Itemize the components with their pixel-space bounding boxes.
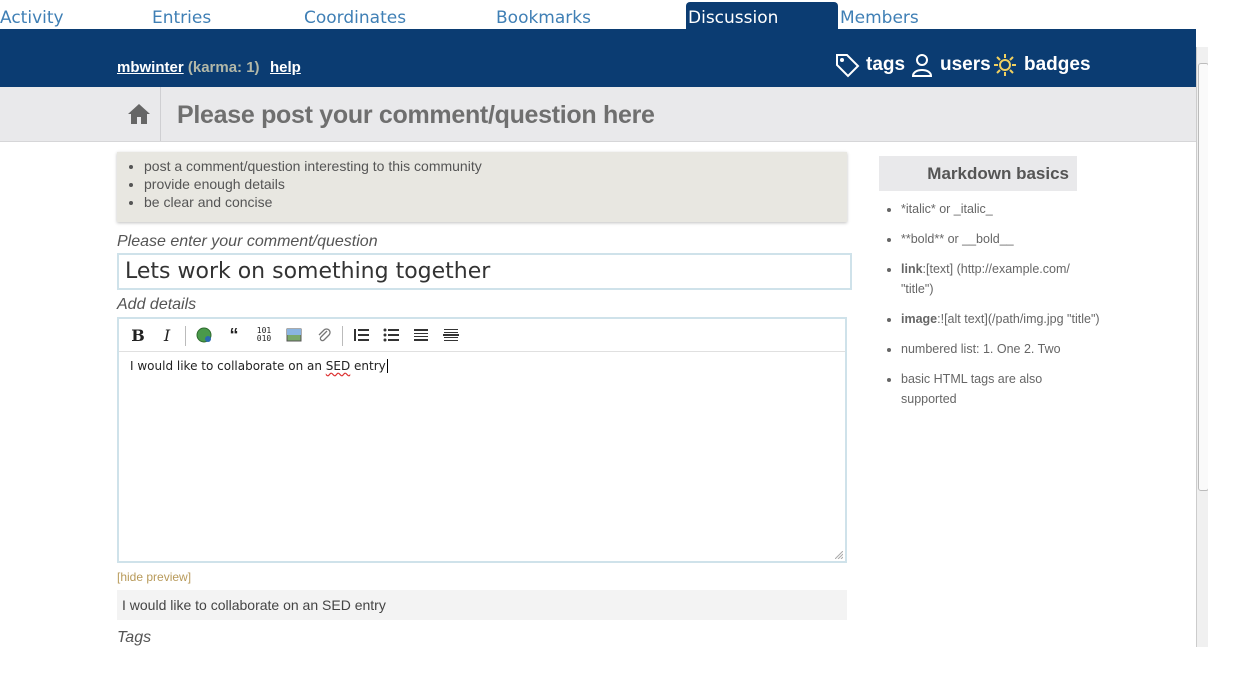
- text-cursor: [386, 359, 388, 373]
- tag-icon: [836, 54, 860, 78]
- tab-entries[interactable]: Entries: [152, 2, 211, 30]
- markdown-editor[interactable]: B I “ 101 010 I would like to collaborat…: [117, 317, 847, 563]
- page-title: Please post your comment/question here: [177, 101, 655, 129]
- paperclip-icon: [318, 328, 331, 342]
- nav-users[interactable]: users: [910, 51, 991, 79]
- heading-icon: [414, 329, 428, 341]
- quote-button[interactable]: “: [223, 324, 245, 346]
- editor-text[interactable]: I would like to collaborate on an SED en…: [130, 359, 388, 373]
- user-icon: [911, 54, 933, 77]
- badge-icon: [994, 54, 1016, 76]
- editor-toolbar: B I “ 101 010: [119, 319, 845, 352]
- nav-badges-label: badges: [1024, 54, 1091, 75]
- hide-preview-link[interactable]: [hide preview]: [117, 570, 191, 584]
- horizontal-rule-icon: [443, 329, 459, 341]
- home-icon: [127, 104, 150, 124]
- top-tab-bar: Activity Entries Coordinates Bookmarks D…: [0, 0, 1240, 30]
- md-italic: *italic* or _italic_: [901, 199, 1101, 219]
- toolbar-divider: [185, 326, 186, 346]
- nav-tags-label: tags: [866, 54, 906, 75]
- nav-tags[interactable]: tags: [834, 51, 905, 79]
- code-icon: 101 010: [256, 326, 272, 343]
- markdown-basics-title: Markdown basics: [879, 156, 1077, 191]
- title-label: Please enter your comment/question: [117, 233, 378, 250]
- md-html: basic HTML tags are also supported: [901, 369, 1101, 409]
- md-image-label: image: [901, 312, 938, 326]
- heading-button[interactable]: [410, 324, 432, 346]
- karma-label: (karma: 1): [187, 59, 260, 76]
- md-image: image:![alt text](/path/img.jpg "title"): [901, 309, 1101, 329]
- tab-bookmarks[interactable]: Bookmarks: [496, 2, 591, 30]
- bold-button[interactable]: B: [127, 324, 149, 346]
- username-link[interactable]: mbwinter: [117, 59, 184, 76]
- tip-item: post a comment/question interesting to t…: [144, 157, 847, 175]
- editor-text-part: entry: [350, 359, 386, 373]
- tip-item: be clear and concise: [144, 193, 847, 211]
- globe-link-icon: [196, 327, 212, 343]
- link-button[interactable]: [193, 324, 215, 346]
- image-icon: [286, 328, 302, 342]
- tab-activity[interactable]: Activity: [0, 2, 64, 30]
- tab-coordinates[interactable]: Coordinates: [304, 2, 406, 30]
- vertical-scrollbar[interactable]: [1196, 47, 1208, 647]
- md-link-text: :[text] (http://example.com/ "title"): [901, 262, 1070, 296]
- tags-label: Tags: [117, 629, 152, 646]
- italic-icon: I: [163, 325, 171, 345]
- tab-discussion[interactable]: Discussion: [686, 2, 838, 30]
- details-label: Add details: [117, 296, 197, 313]
- title-input[interactable]: [117, 253, 852, 290]
- site-header: mbwinter (karma: 1) help tags users badg…: [0, 29, 1196, 87]
- tips-box: post a comment/question interesting to t…: [117, 152, 847, 222]
- user-info: mbwinter (karma: 1): [117, 59, 260, 76]
- md-image-text: :![alt text](/path/img.jpg "title"): [937, 312, 1100, 326]
- editor-text-part: I would like to collaborate on an: [130, 359, 326, 373]
- image-button[interactable]: [283, 324, 305, 346]
- md-link-label: link: [901, 262, 923, 276]
- md-numbered: numbered list: 1. One 2. Two: [901, 339, 1101, 359]
- numbered-list-button[interactable]: [350, 324, 372, 346]
- embedded-frame: mbwinter (karma: 1) help tags users badg…: [0, 29, 1208, 659]
- preview-pane: I would like to collaborate on an SED en…: [117, 590, 847, 620]
- italic-button[interactable]: I: [156, 324, 178, 346]
- attachment-button[interactable]: [313, 324, 335, 346]
- help-link[interactable]: help: [270, 59, 301, 76]
- markdown-help-list: *italic* or _italic_ **bold** or __bold_…: [879, 199, 1101, 419]
- nav-users-label: users: [940, 54, 991, 75]
- bullet-list-icon: [383, 328, 399, 342]
- scrollbar-thumb[interactable]: [1198, 63, 1208, 491]
- bold-icon: B: [131, 325, 145, 345]
- toolbar-divider: [342, 326, 343, 346]
- home-button[interactable]: [117, 87, 161, 141]
- code-button[interactable]: 101 010: [253, 324, 275, 346]
- quote-icon: “: [229, 324, 239, 345]
- md-bold: **bold** or __bold__: [901, 229, 1101, 249]
- nav-badges[interactable]: badges: [992, 51, 1091, 79]
- tip-item: provide enough details: [144, 175, 847, 193]
- misspelled-word: SED: [325, 359, 351, 373]
- resize-grip-icon[interactable]: [835, 551, 843, 559]
- title-bar: Please post your comment/question here: [0, 87, 1196, 142]
- md-link: link:[text] (http://example.com/ "title"…: [901, 259, 1101, 299]
- bullet-list-button[interactable]: [380, 324, 402, 346]
- horizontal-rule-button[interactable]: [440, 324, 462, 346]
- numbered-list-icon: [354, 329, 369, 341]
- tab-members[interactable]: Members: [840, 2, 919, 30]
